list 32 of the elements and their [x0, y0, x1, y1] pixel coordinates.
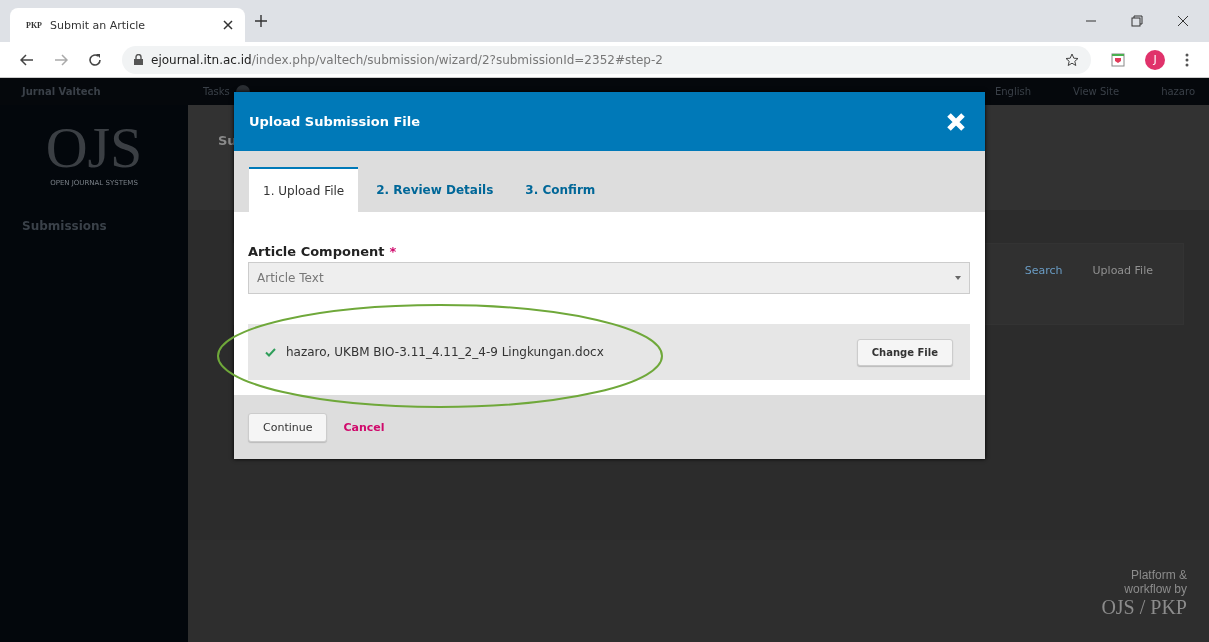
footer-brand[interactable]: OJS / PKP — [1101, 596, 1187, 619]
change-file-button[interactable]: Change File — [856, 338, 953, 366]
ojs-logo: OJS — [45, 119, 143, 177]
extension-icon[interactable] — [1111, 52, 1125, 67]
caret-icon — [955, 276, 961, 280]
wizard-tab[interactable]: 2. Review Details — [362, 167, 508, 212]
close-icon[interactable] — [223, 20, 233, 30]
favicon: PKP — [26, 20, 42, 30]
field-label: Article Component * — [248, 244, 398, 259]
continue-button[interactable]: Continue — [248, 412, 328, 442]
dialog-title: Upload Submission File — [249, 114, 421, 129]
search-link[interactable]: Search — [1024, 264, 1063, 324]
tab-title: Submit an Article — [50, 18, 146, 32]
browser-tab[interactable]: PKP Submit an Article — [10, 8, 245, 42]
reload-icon[interactable] — [88, 52, 102, 67]
article-component-dropdown[interactable]: Article Text — [248, 262, 970, 294]
url-text: ejournal.itn.ac.id/index.php/valtech/submission/wizard/2?submissionId=2352#step-2 — [151, 52, 663, 67]
new-tab-icon[interactable] — [255, 15, 267, 27]
lock-icon — [134, 54, 143, 65]
menu-icon[interactable] — [1185, 52, 1189, 67]
star-icon[interactable] — [1065, 52, 1079, 67]
restore-icon[interactable] — [1131, 15, 1143, 27]
wizard-tab[interactable]: 1. Upload File — [249, 167, 359, 212]
cancel-link[interactable]: Cancel — [343, 420, 385, 434]
footer-text: Platform & workflow by — [1124, 568, 1187, 596]
address-bar[interactable]: ejournal.itn.ac.id/index.php/valtech/submission/wizard/2?submissionId=2352#step-2 — [122, 45, 1091, 74]
upload-file-link[interactable]: Upload File — [1092, 264, 1153, 324]
back-icon[interactable] — [20, 53, 34, 66]
wizard-tab[interactable]: 3. Confirm — [511, 167, 610, 212]
profile-avatar[interactable]: J — [1145, 49, 1165, 70]
close-icon[interactable] — [1177, 15, 1189, 27]
file-name: hazaro, UKBM BIO-3.11_4.11_2_4-9 Lingkungan.docx — [286, 345, 604, 359]
